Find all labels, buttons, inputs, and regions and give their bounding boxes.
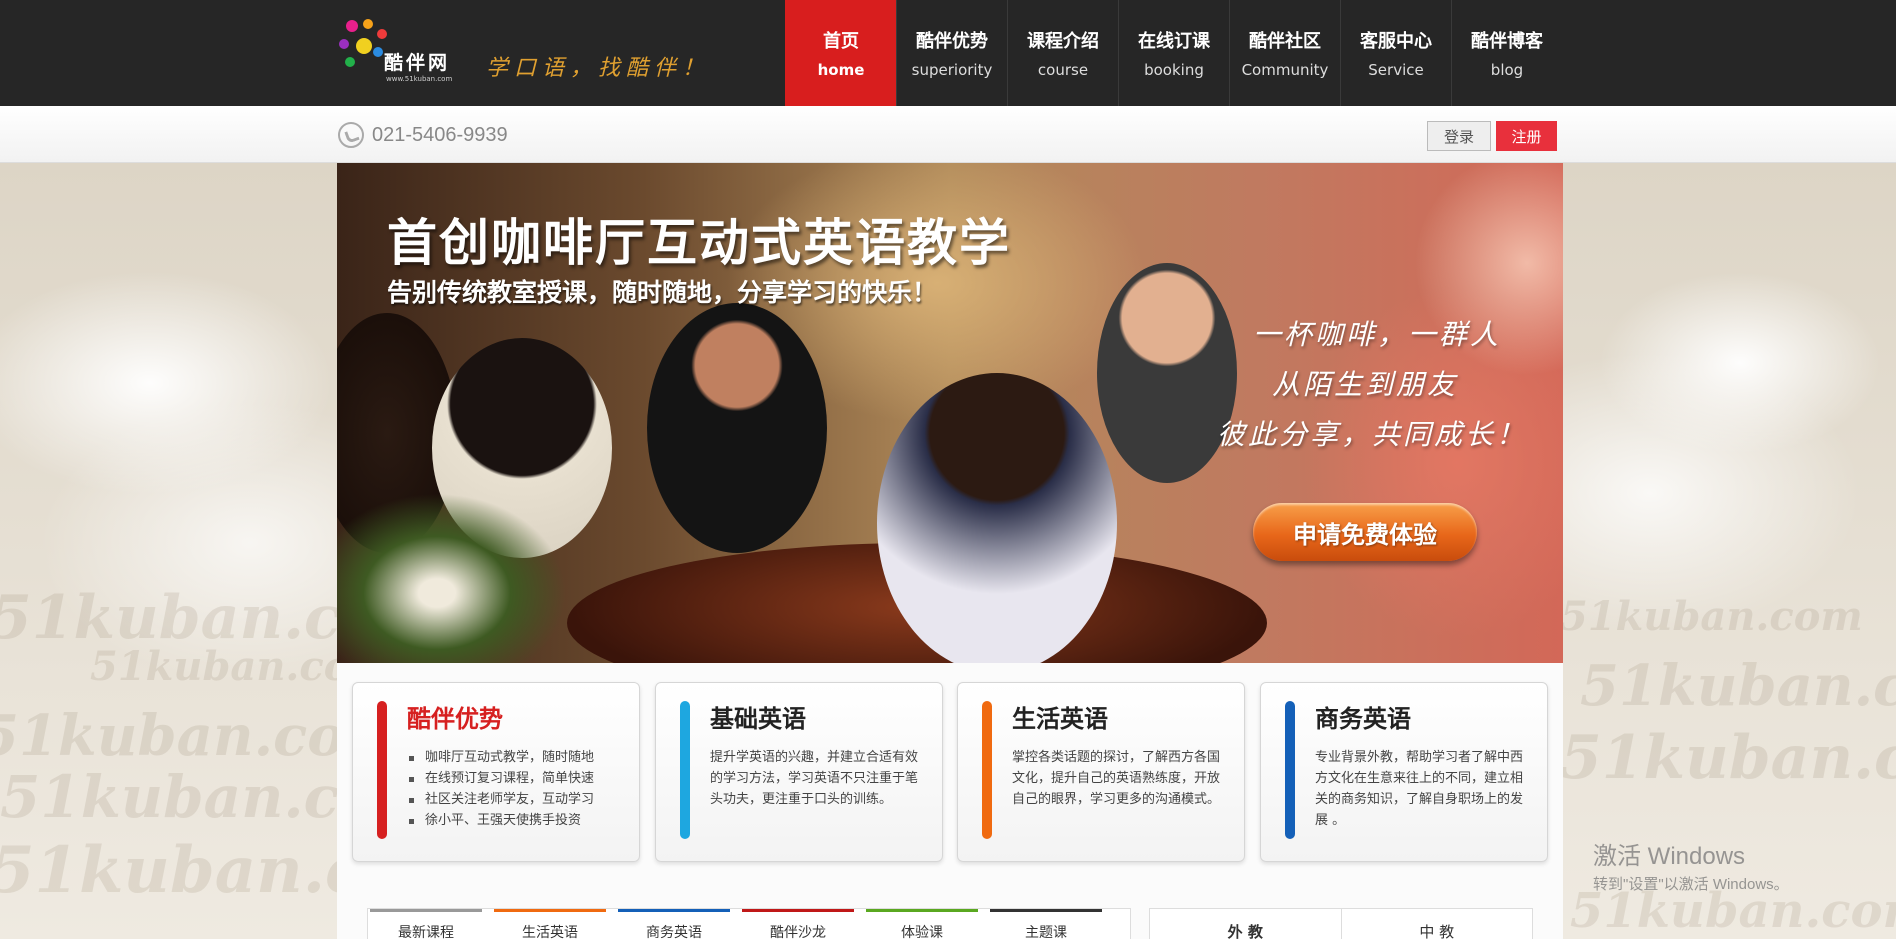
feature-card-basic-english[interactable]: 基础英语 提升学英语的兴趣，并建立合适有效的学习方法，学习英语不只注重于笔头功夫… bbox=[655, 682, 943, 862]
nav-item-superiority[interactable]: 酷伴优势 superiority bbox=[896, 0, 1007, 106]
feature-title: 生活英语 bbox=[1012, 705, 1108, 733]
feature-list-item: 在线预订复习课程，简单快速 bbox=[407, 768, 625, 789]
course-tab[interactable]: 商务英语 bbox=[618, 909, 730, 939]
feature-card-superiority[interactable]: 酷伴优势 咖啡厅互动式教学，随时随地 在线预订复习课程，简单快速 社区关注老师学… bbox=[352, 682, 640, 862]
login-button[interactable]: 登录 bbox=[1427, 121, 1491, 151]
nav-item-home[interactable]: 首页 home bbox=[785, 0, 896, 106]
feature-text: 专业背景外教，帮助学习者了解中西方文化在生意来往上的不同，建立相关的商务知识，了… bbox=[1315, 750, 1524, 828]
watermark-text: 51kuban.com bbox=[1560, 593, 1863, 640]
course-tab[interactable]: 最新课程 bbox=[370, 909, 482, 939]
top-navigation-bar: 酷伴网 www.51kuban.com 学口语，找酷伴！ 首页 home 酷伴优势 s… bbox=[0, 0, 1896, 106]
feature-list-item: 社区关注老师学友，互动学习 bbox=[407, 789, 625, 810]
course-tab[interactable]: 主题课 bbox=[990, 909, 1102, 939]
nav-item-sublabel: Service bbox=[1368, 61, 1424, 79]
banner-tagline-line: 从陌生到朋友 bbox=[1272, 368, 1459, 401]
nav-item-sublabel: course bbox=[1037, 61, 1089, 79]
watermark-text: 51kuban.com bbox=[1580, 653, 1896, 719]
course-tab[interactable]: 生活英语 bbox=[494, 909, 606, 939]
watermark-text: 51kuban.com bbox=[1560, 723, 1896, 793]
feature-title: 基础英语 bbox=[710, 705, 806, 733]
nav-item-sublabel: booking bbox=[1144, 61, 1204, 79]
feature-accent-bar bbox=[982, 701, 992, 839]
feature-list-item: 咖啡厅互动式教学，随时随地 bbox=[407, 747, 625, 768]
feature-text: 提升学英语的兴趣，并建立合适有效的学习方法，学习英语不只注重于笔头功夫，更注重于… bbox=[710, 750, 919, 807]
contact-bar: 021-5406-9939 bbox=[0, 106, 1896, 163]
teacher-tab[interactable]: 外 教 bbox=[1150, 909, 1342, 939]
phone-icon bbox=[338, 122, 364, 148]
nav-item-label: 客服中心 bbox=[1360, 31, 1432, 52]
banner-person-illustration bbox=[1097, 263, 1237, 483]
banner-tagline-line: 彼此分享，共同成长！ bbox=[1217, 418, 1528, 451]
nav-item-sublabel: home bbox=[817, 61, 865, 79]
nav-item-label: 课程介绍 bbox=[1027, 31, 1099, 52]
feature-title: 商务英语 bbox=[1315, 705, 1411, 733]
feature-card-business-english[interactable]: 商务英语 专业背景外教，帮助学习者了解中西方文化在生意来往上的不同，建立相关的商… bbox=[1260, 682, 1548, 862]
feature-accent-bar bbox=[680, 701, 690, 839]
nav-item-sublabel: superiority bbox=[911, 61, 993, 79]
banner-title: 首创咖啡厅互动式英语教学 bbox=[387, 214, 1011, 272]
banner-person-illustration bbox=[647, 303, 827, 553]
windows-activation-notice: 激活 Windows 转到"设置"以激活 Windows。 bbox=[1593, 836, 1789, 894]
banner-person-illustration bbox=[877, 373, 1117, 663]
nav-item-label: 酷伴社区 bbox=[1249, 31, 1321, 52]
site-logo[interactable]: 酷伴网 www.51kuban.com bbox=[338, 16, 468, 88]
teacher-tab[interactable]: 中 教 bbox=[1342, 909, 1533, 939]
nav-item-sublabel: blog bbox=[1490, 61, 1524, 79]
logo-text: 酷伴网 bbox=[384, 52, 451, 74]
banner-subtitle: 告别传统教室授课，随时随地，分享学习的快乐！ bbox=[387, 278, 938, 307]
course-tab[interactable]: 体验课 bbox=[866, 909, 978, 939]
banner-tagline-line: 一杯咖啡，一群人 bbox=[1253, 318, 1502, 351]
hero-banner[interactable]: 首创咖啡厅互动式英语教学 告别传统教室授课，随时随地，分享学习的快乐！ 一杯咖啡… bbox=[337, 163, 1563, 663]
windows-activation-title: 激活 Windows bbox=[1593, 843, 1746, 870]
logo-url: www.51kuban.com bbox=[386, 75, 453, 83]
nav-item-label: 酷伴优势 bbox=[916, 31, 988, 52]
logo-figures-icon bbox=[339, 19, 387, 67]
teacher-tabs: 外 教中 教 bbox=[1149, 908, 1533, 939]
nav-item-blog[interactable]: 酷伴博客 blog bbox=[1451, 0, 1562, 106]
feature-text: 掌控各类话题的探讨，了解西方各国文化，提升自己的英语熟练度，开放自己的眼界，学习… bbox=[1012, 750, 1221, 807]
nav-item-booking[interactable]: 在线订课 booking bbox=[1118, 0, 1229, 106]
nav-item-label: 酷伴博客 bbox=[1471, 31, 1543, 52]
feature-accent-bar bbox=[1285, 701, 1295, 839]
nav-item-service[interactable]: 客服中心 Service bbox=[1340, 0, 1451, 106]
windows-activation-subtitle: 转到"设置"以激活 Windows。 bbox=[1593, 876, 1789, 893]
main-nav: 首页 home 酷伴优势 superiority 课程介绍 course 在线订课 booki… bbox=[785, 0, 1562, 106]
register-button[interactable]: 注册 bbox=[1496, 121, 1557, 151]
nav-item-community[interactable]: 酷伴社区 Community bbox=[1229, 0, 1340, 106]
slogan: 学口语，找酷伴！ bbox=[486, 56, 711, 81]
feature-list: 咖啡厅互动式教学，随时随地 在线预订复习课程，简单快速 社区关注老师学友，互动学… bbox=[407, 747, 625, 831]
feature-list-item: 徐小平、王强天使携手投资 bbox=[407, 810, 625, 831]
free-trial-button[interactable]: 申请免费体验 bbox=[1253, 503, 1477, 561]
feature-card-life-english[interactable]: 生活英语 掌控各类话题的探讨，了解西方各国文化，提升自己的英语熟练度，开放自己的… bbox=[957, 682, 1245, 862]
feature-title: 酷伴优势 bbox=[407, 705, 503, 733]
nav-item-label: 首页 bbox=[823, 31, 859, 52]
nav-item-sublabel: Community bbox=[1241, 61, 1329, 79]
nav-item-course[interactable]: 课程介绍 course bbox=[1007, 0, 1118, 106]
feature-accent-bar bbox=[377, 701, 387, 839]
nav-item-label: 在线订课 bbox=[1138, 31, 1210, 52]
course-tabs: 最新课程 生活英语 商务英语 酷伴沙龙 体验课 主题课 bbox=[367, 908, 1131, 939]
course-tab[interactable]: 酷伴沙龙 bbox=[742, 909, 854, 939]
phone-number: 021-5406-9939 bbox=[372, 124, 508, 146]
